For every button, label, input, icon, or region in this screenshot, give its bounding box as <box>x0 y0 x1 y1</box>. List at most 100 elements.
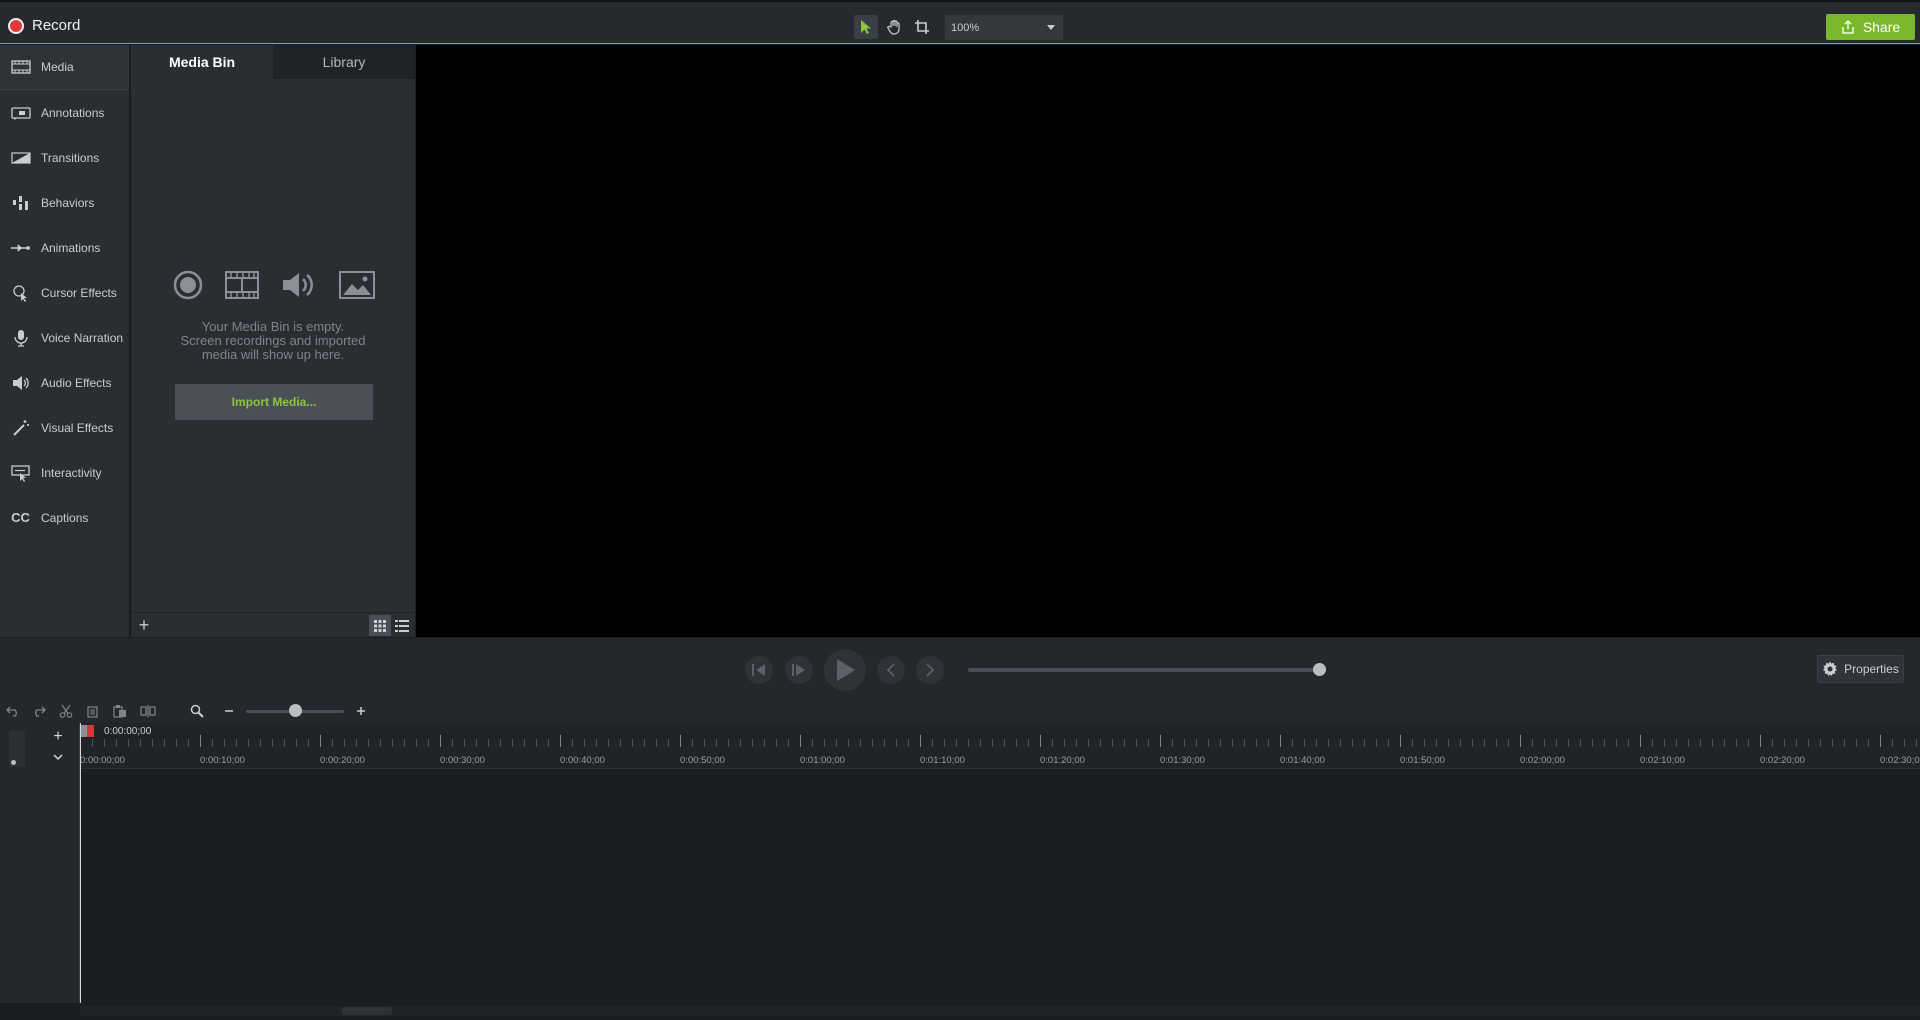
time-ruler[interactable]: 0:00:00;00 0:00:10;00 0:00:20;00 0:00:30;00… <box>80 723 1920 769</box>
speaker-icon <box>10 374 31 392</box>
sidebar-item-media[interactable]: Media <box>0 45 129 90</box>
zoom-in-button[interactable] <box>352 702 370 720</box>
sidebar-item-animations[interactable]: Animations <box>0 225 129 270</box>
sidebar-item-label: Audio Effects <box>41 375 112 390</box>
redo-button[interactable] <box>30 702 48 720</box>
ruler-tick-label: 0:02:00;00 <box>1520 755 1565 766</box>
sidebar-item-label: Visual Effects <box>41 420 114 435</box>
cc-icon: CC <box>11 510 30 525</box>
sidebar-item-label: Annotations <box>41 105 105 120</box>
undo-button[interactable] <box>4 702 22 720</box>
gear-icon <box>1823 661 1838 676</box>
behaviors-icon <box>10 194 31 212</box>
toggle-dot-icon <box>11 760 16 765</box>
scissors-icon <box>59 704 73 718</box>
sidebar-item-label: Animations <box>41 240 101 255</box>
record-button[interactable]: Record <box>8 17 80 34</box>
sidebar-item-behaviors[interactable]: Behaviors <box>0 180 129 225</box>
play-button[interactable] <box>824 649 866 691</box>
sidebar-item-audio-effects[interactable]: Audio Effects <box>0 360 129 405</box>
ruler-tick-label: 0:00:00;00 <box>80 755 125 766</box>
list-view-button[interactable] <box>391 615 413 636</box>
ruler-tick-label: 0:00:10;00 <box>200 755 245 766</box>
transition-icon <box>10 149 31 167</box>
tab-media-bin[interactable]: Media Bin <box>131 45 273 79</box>
timeline-zoom-handle[interactable] <box>289 704 302 717</box>
record-label: Record <box>32 17 81 34</box>
ruler-tick-label: 0:01:40;00 <box>1280 755 1325 766</box>
copy-button[interactable] <box>84 702 102 720</box>
properties-button[interactable]: Properties <box>1817 655 1904 683</box>
step-forward-button[interactable] <box>785 656 813 684</box>
playhead-flag-icon[interactable] <box>80 725 100 737</box>
zoom-value: 100% <box>951 21 980 34</box>
ruler-tick-label: 0:02:10;00 <box>1640 755 1685 766</box>
previous-marker-button[interactable] <box>877 656 905 684</box>
ruler-tick-label: 0:01:00;00 <box>800 755 845 766</box>
add-track-icon[interactable]: + <box>50 729 66 745</box>
sidebar-item-label: Media <box>41 60 74 74</box>
sidebar-item-captions[interactable]: CC Captions <box>0 495 129 540</box>
sidebar-item-interactivity[interactable]: Interactivity <box>0 450 129 495</box>
sidebar-item-transitions[interactable]: Transitions <box>0 135 129 180</box>
hand-icon <box>887 19 900 35</box>
cut-button[interactable] <box>57 702 75 720</box>
zoom-dropdown[interactable]: 100% <box>945 15 1063 40</box>
sidebar-item-annotations[interactable]: Annotations <box>0 90 129 135</box>
preview-canvas[interactable] <box>416 45 1920 637</box>
sidebar-item-label: Transitions <box>41 150 100 165</box>
audio-icon <box>283 273 313 297</box>
play-icon <box>837 659 855 681</box>
grid-view-button[interactable] <box>369 615 391 636</box>
share-button[interactable]: Share <box>1826 14 1915 40</box>
step-back-button[interactable] <box>745 656 773 684</box>
paste-button[interactable] <box>111 702 129 720</box>
share-icon <box>1842 20 1854 34</box>
sidebar-item-visual-effects[interactable]: Visual Effects <box>0 405 129 450</box>
timeline-horizontal-scrollbar[interactable] <box>80 1006 1920 1016</box>
sidebar-item-voice-narration[interactable]: Voice Narration <box>0 315 129 360</box>
tab-library[interactable]: Library <box>273 45 415 79</box>
record-circle-icon <box>173 270 203 300</box>
playhead-line[interactable] <box>80 723 81 1003</box>
zoom-out-button[interactable] <box>220 702 238 720</box>
copy-icon <box>87 706 98 718</box>
track-headers: + <box>0 723 80 1003</box>
ruler-tick-label: 0:01:20;00 <box>1040 755 1085 766</box>
add-icon[interactable]: + <box>135 616 153 634</box>
timeline[interactable]: 0:00:00;00 0:00:10;00 0:00:20;00 0:00:30;00… <box>80 723 1920 1003</box>
ruler-tick-label: 0:00:30;00 <box>440 755 485 766</box>
pan-tool-button[interactable] <box>882 15 906 39</box>
cursor-effects-icon <box>10 284 31 302</box>
playback-scrubber[interactable] <box>968 663 1326 676</box>
split-icon <box>140 705 156 717</box>
media-bin-footer: + <box>131 612 415 637</box>
empty-bin-message: Your Media Bin is empty. Screen recordin… <box>131 320 415 362</box>
split-button[interactable] <box>139 702 157 720</box>
track-magnet-toggle[interactable] <box>9 731 25 767</box>
crop-tool-button[interactable] <box>910 15 934 39</box>
chevron-down-icon <box>53 754 63 761</box>
grid-icon <box>374 619 386 632</box>
collapse-tracks-button[interactable] <box>50 749 66 765</box>
select-tool-button[interactable] <box>854 15 878 39</box>
sidebar-item-cursor-effects[interactable]: Cursor Effects <box>0 270 129 315</box>
import-media-button[interactable]: Import Media... <box>175 384 373 420</box>
record-icon <box>8 17 24 34</box>
next-marker-button[interactable] <box>916 656 944 684</box>
left-sidebar: Media Annotations Transitions Behaviors … <box>0 45 130 637</box>
scrollbar-thumb[interactable] <box>342 1007 392 1015</box>
magnifier-icon <box>190 704 204 718</box>
scrubber-handle[interactable] <box>1313 663 1326 676</box>
redo-icon <box>35 706 46 717</box>
sidebar-item-label: Captions <box>41 510 89 525</box>
playback-controls: Properties <box>0 637 1920 699</box>
ruler-tick-label: 0:00:40;00 <box>560 755 605 766</box>
ruler-tick-label: 0:01:30;00 <box>1160 755 1205 766</box>
annotation-icon <box>10 104 31 122</box>
crop-icon <box>915 20 929 34</box>
sidebar-item-label: Voice Narration <box>41 330 124 345</box>
plus-icon <box>357 707 365 715</box>
sidebar-item-label: Behaviors <box>41 195 95 210</box>
zoom-to-fit-button[interactable] <box>188 702 206 720</box>
